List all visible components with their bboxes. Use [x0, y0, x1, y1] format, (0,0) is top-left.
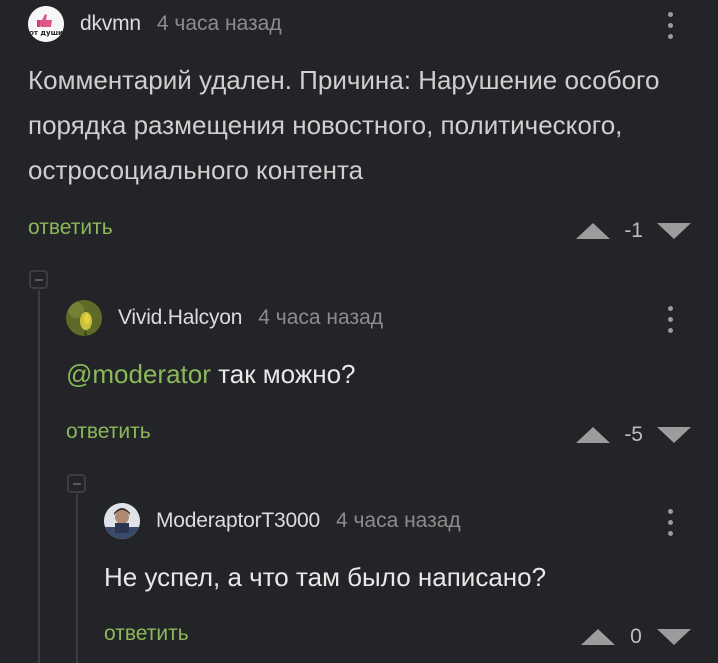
rating-score: -1 [624, 219, 643, 242]
more-options-icon[interactable] [666, 306, 674, 333]
thread-line-level-2[interactable] [76, 494, 78, 663]
avatar[interactable] [66, 300, 102, 336]
downvote-icon[interactable] [657, 223, 691, 239]
rating-score: -5 [624, 423, 643, 446]
bird-avatar-icon [66, 300, 102, 336]
comment-header: от души dkvmn 4 часа назад [28, 6, 282, 42]
collapse-toggle-level-2[interactable] [67, 474, 86, 493]
rating-score: 0 [630, 625, 642, 648]
user-mention-link[interactable]: @moderator [66, 359, 211, 389]
upvote-icon[interactable] [576, 223, 611, 239]
author-name[interactable]: dkvmn [80, 12, 141, 36]
upvote-icon[interactable] [576, 427, 611, 443]
thread-line-level-1[interactable] [38, 290, 40, 663]
author-name[interactable]: ModeraptorT3000 [156, 509, 320, 533]
comment-time[interactable]: 4 часа назад [157, 12, 282, 36]
comment-text: Не успел, а что там было написано? [104, 562, 547, 592]
reply-button[interactable]: ответить [66, 420, 151, 444]
comment-header: Vivid.Halcyon 4 часа назад [66, 300, 383, 336]
vote-controls: 0 [581, 625, 691, 649]
avatar[interactable] [104, 503, 140, 539]
comment-text: Комментарий удален. Причина: Нарушение о… [28, 65, 660, 185]
collapse-toggle-level-1[interactable] [29, 270, 48, 289]
more-options-icon[interactable] [666, 509, 674, 536]
author-name[interactable]: Vivid.Halcyon [118, 306, 242, 330]
more-options-icon[interactable] [666, 12, 674, 39]
comment-header: ModeraptorT3000 4 часа назад [104, 503, 461, 539]
avatar[interactable]: от души [28, 6, 64, 42]
vote-controls: -1 [576, 219, 691, 243]
comment-time[interactable]: 4 часа назад [258, 306, 383, 330]
avatar-caption: от души [29, 29, 63, 37]
comment-time[interactable]: 4 часа назад [336, 509, 461, 533]
upvote-icon[interactable] [581, 629, 615, 645]
reply-button[interactable]: ответить [104, 622, 189, 646]
person-avatar-icon [104, 503, 140, 539]
vote-controls: -5 [576, 423, 691, 447]
comment-body: так можно? [210, 359, 356, 389]
downvote-icon[interactable] [657, 427, 691, 443]
reply-button[interactable]: ответить [28, 216, 113, 240]
comment-text: @moderator так можно? [66, 352, 356, 397]
downvote-icon[interactable] [657, 629, 691, 645]
